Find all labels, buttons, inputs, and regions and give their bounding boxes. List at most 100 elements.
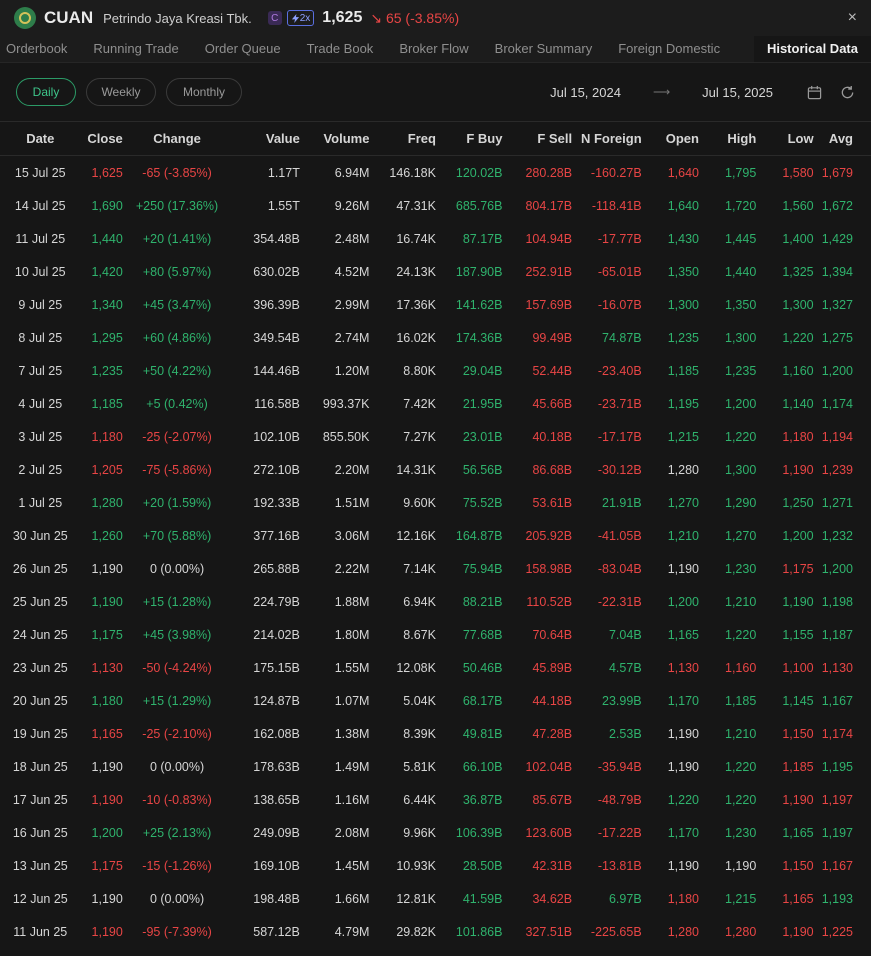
tab-broker-summary[interactable]: Broker Summary [482,36,606,62]
table-row[interactable]: 8 Jul 25 1,295 +60 (4.86%) 349.54B 2.74M 16.0… [0,321,871,354]
column-header-close[interactable]: Close [68,121,123,156]
table-header-row: Date Close Change Value Volume Freq F Buy F Sel… [0,121,871,156]
table-row[interactable]: 17 Jun 25 1,190 -10 (-0.83%) 138.65B 1.16M 6.… [0,783,871,816]
column-header-nforeign[interactable]: N Foreign [572,121,642,156]
column-header-value[interactable]: Value [231,121,300,156]
ticker-symbol[interactable]: CUAN [44,8,93,28]
date-from-field[interactable]: Jul 15, 2024 [550,85,621,100]
cell-change: +15 (1.28%) [142,594,212,609]
cell-date: 10 Jul 25 [14,264,66,279]
table-row[interactable]: 2 Jul 25 1,205 -75 (-5.86%) 272.10B 2.20M 14.… [0,453,871,486]
table-row[interactable]: 9 Jul 25 1,340 +45 (3.47%) 396.39B 2.99M 17.3… [0,288,871,321]
cell-high: 1,720 [725,198,757,213]
table-row[interactable]: 11 Jun 25 1,190 -95 (-7.39%) 587.12B 4.79M 29… [0,915,871,948]
date-to-field[interactable]: Jul 15, 2025 [702,85,773,100]
cell-volume: 2.48M [334,231,370,246]
table-row[interactable]: 19 Jun 25 1,165 -25 (-2.10%) 162.08B 1.38M 8.… [0,717,871,750]
column-header-freq[interactable]: Freq [369,121,436,156]
cell-nforeign: -41.05B [597,528,642,543]
table-row[interactable]: 10 Jul 25 1,420 +80 (5.97%) 630.02B 4.52M 24.… [0,255,871,288]
cell-avg: 1,200 [821,561,853,576]
table-row[interactable]: 16 Jun 25 1,200 +25 (2.13%) 249.09B 2.08M 9.9… [0,816,871,849]
table-row[interactable]: 24 Jun 25 1,175 +45 (3.98%) 214.02B 1.80M 8.6… [0,618,871,651]
table-row[interactable]: 7 Jul 25 1,235 +50 (4.22%) 144.46B 1.20M 8.80… [0,354,871,387]
column-header-fbuy[interactable]: F Buy [435,121,503,156]
cell-high: 1,200 [725,396,757,411]
table-row[interactable]: 14 Jul 25 1,690 +250 (17.36%) 1.55T 9.26M 47.… [0,189,871,222]
cell-open: 1,280 [667,462,699,477]
cell-open: 1,300 [667,297,699,312]
cell-open: 1,270 [667,495,699,510]
table-row[interactable]: 25 Jun 25 1,190 +15 (1.28%) 224.79B 1.88M 6.9… [0,585,871,618]
column-header-high[interactable]: High [698,121,757,156]
column-header-date[interactable]: Date [0,121,69,156]
cell-close: 1,190 [91,792,123,807]
cell-nforeign: -17.17B [597,429,642,444]
table-row[interactable]: 18 Jun 25 1,190 0 (0.00%) 178.63B 1.49M 5.81K… [0,750,871,783]
cell-low: 1,140 [782,396,814,411]
column-header-low[interactable]: Low [756,121,814,156]
table-row[interactable]: 20 Jun 25 1,180 +15 (1.29%) 124.87B 1.07M 5.0… [0,684,871,717]
tab-order-queue[interactable]: Order Queue [192,36,294,62]
cell-open: 1,195 [667,396,699,411]
cell-nforeign: -30.12B [597,462,642,477]
cell-low: 1,150 [782,858,814,873]
table-row[interactable]: 4 Jul 25 1,185 +5 (0.42%) 116.58B 993.37K 7.4… [0,387,871,420]
cell-close: 1,440 [91,231,123,246]
tab-historical-data[interactable]: Historical Data [753,36,871,62]
cell-close: 1,190 [91,759,123,774]
cell-high: 1,270 [725,528,757,543]
refresh-icon[interactable] [840,85,855,100]
table-row[interactable]: 12 Jun 25 1,190 0 (0.00%) 198.48B 1.66M 12.81… [0,882,871,915]
cell-freq: 10.93K [396,858,436,873]
cell-change: 0 (0.00%) [149,891,205,906]
cell-high: 1,300 [725,330,757,345]
close-icon[interactable]: × [848,9,857,27]
cell-close: 1,235 [91,363,123,378]
cell-date: 4 Jul 25 [18,396,63,411]
tab-running-trade[interactable]: Running Trade [80,36,191,62]
tab-foreign-domestic[interactable]: Foreign Domestic [605,36,733,62]
cell-fsell: 110.52B [526,594,573,609]
cell-freq: 6.94K [403,594,436,609]
cell-change: -65 (-3.85%) [142,165,212,180]
cell-fsell: 327.51B [525,924,573,939]
company-name: Petrindo Jaya Kreasi Tbk. [103,10,252,26]
cell-avg: 1,394 [821,264,853,279]
period-daily-button[interactable]: Daily [16,78,76,106]
cell-close: 1,180 [91,429,123,444]
table-row[interactable]: 13 Jun 25 1,175 -15 (-1.26%) 169.10B 1.45M 10… [0,849,871,882]
cell-fbuy: 164.87B [455,528,503,543]
tab-trade-book[interactable]: Trade Book [294,36,387,62]
cell-avg: 1,679 [821,165,853,180]
tab-broker-flow[interactable]: Broker Flow [386,36,481,62]
cell-high: 1,445 [725,231,757,246]
table-row[interactable]: 30 Jun 25 1,260 +70 (5.88%) 377.16B 3.06M 12.… [0,519,871,552]
column-header-fsell[interactable]: F Sell [502,121,573,156]
table-row[interactable]: 1 Jul 25 1,280 +20 (1.59%) 192.33B 1.51M 9.60… [0,486,871,519]
column-header-avg[interactable]: Avg [813,121,871,156]
cell-value: 349.54B [253,330,300,345]
cell-fsell: 34.62B [532,891,573,906]
column-header-open[interactable]: Open [641,121,699,156]
cell-avg: 1,198 [821,594,853,609]
column-header-change[interactable]: Change [122,121,232,156]
cell-date: 14 Jul 25 [14,198,66,213]
calendar-icon[interactable] [807,85,822,100]
period-weekly-button[interactable]: Weekly [86,78,156,106]
table-row[interactable]: 26 Jun 25 1,190 0 (0.00%) 265.88B 2.22M 7.14K… [0,552,871,585]
table-row[interactable]: 23 Jun 25 1,130 -50 (-4.24%) 175.15B 1.55M 12… [0,651,871,684]
table-row[interactable]: 3 Jul 25 1,180 -25 (-2.07%) 102.10B 855.50K 7… [0,420,871,453]
period-monthly-button[interactable]: Monthly [166,78,242,106]
cell-date: 2 Jul 25 [18,462,63,477]
table-row[interactable]: 11 Jul 25 1,440 +20 (1.41%) 354.48B 2.48M 16.… [0,222,871,255]
cell-nforeign: 74.87B [602,330,642,345]
cell-volume: 2.74M [334,330,370,345]
cell-value: 272.10B [253,462,300,477]
table-row[interactable]: 15 Jul 25 1,625 -65 (-3.85%) 1.17T 6.94M 146.… [0,156,871,190]
tab-orderbook[interactable]: Orderbook [0,36,80,62]
cell-change: -50 (-4.24%) [142,660,212,675]
cell-fsell: 47.28B [532,726,573,741]
cell-fbuy: 68.17B [462,693,503,708]
column-header-volume[interactable]: Volume [299,121,370,156]
